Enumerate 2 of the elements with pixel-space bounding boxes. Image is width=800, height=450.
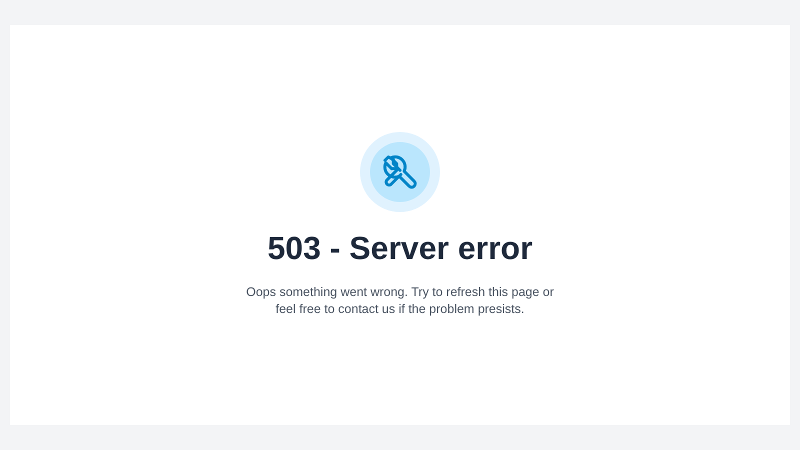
error-message: Oops something went wrong. Try to refresh this page or feel free to contact us if the problem presists. — [245, 284, 555, 318]
error-title: 503 - Server error — [267, 229, 533, 268]
